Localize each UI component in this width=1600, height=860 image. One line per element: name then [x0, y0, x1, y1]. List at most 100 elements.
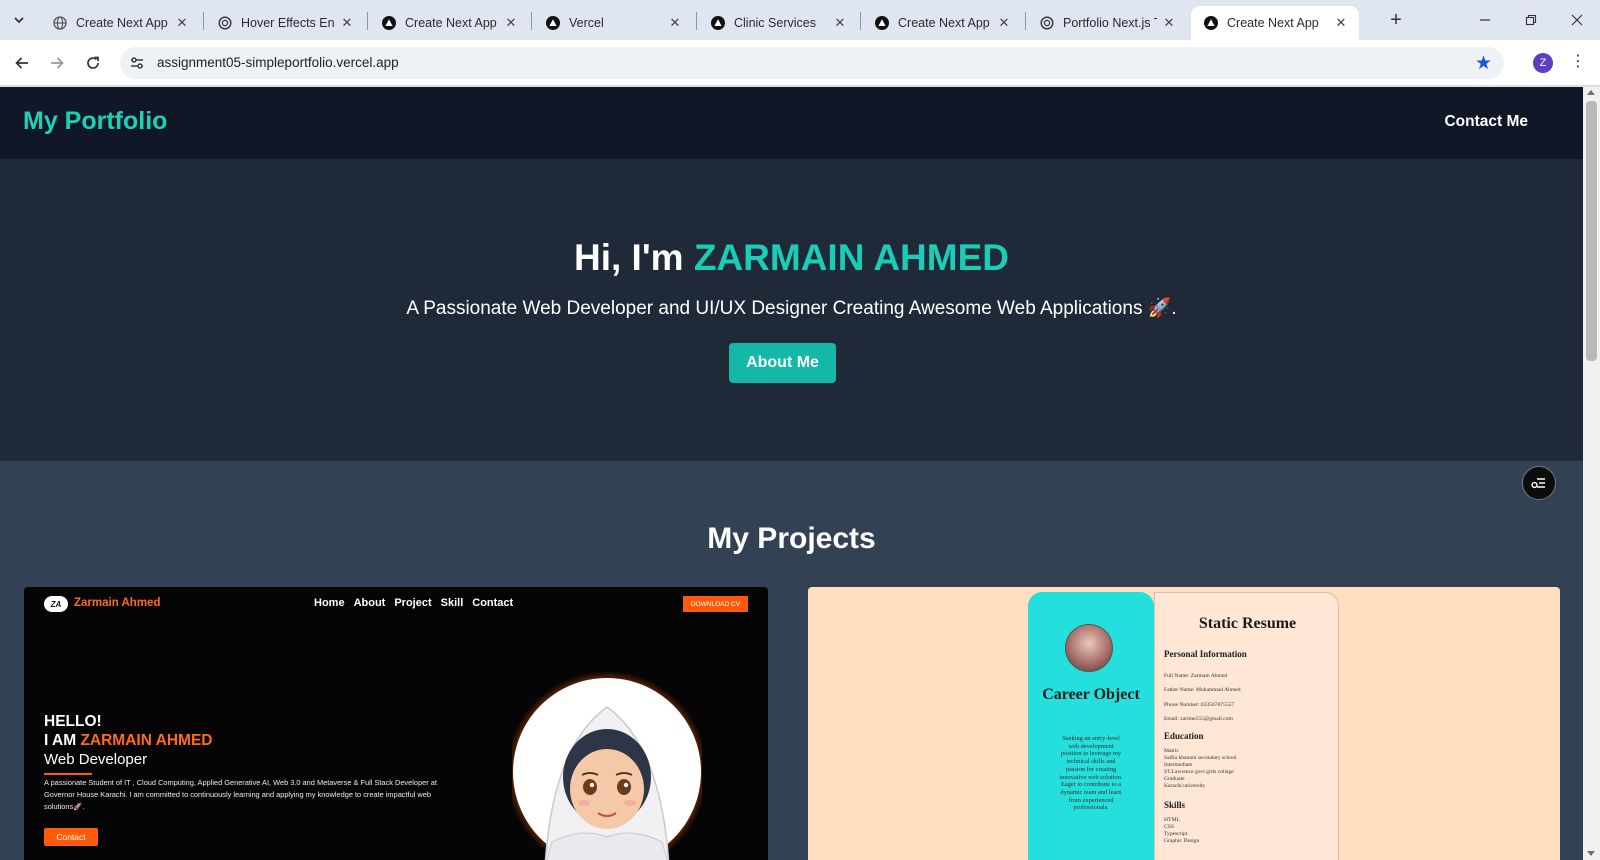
resume-education-line: ST.Lawrence govt girls collage [1164, 769, 1234, 775]
reload-icon [87, 56, 99, 69]
project-name: ZARMAIN AHMED [80, 732, 213, 749]
tab-title: Hover Effects Enha [241, 16, 335, 30]
close-icon[interactable]: ✕ [996, 15, 1012, 31]
project-iam: I AM [44, 732, 81, 749]
openai-icon [217, 16, 232, 31]
browser-tab-active[interactable]: Create Next App ✕ [1191, 6, 1359, 40]
resume-personal-line: Father Name: Muhammad Ahmed [1164, 687, 1241, 693]
browser-tab[interactable]: Clinic Services ✕ [698, 6, 858, 40]
minimize-icon [1480, 19, 1490, 21]
resume-skill-line: Graphic Design [1164, 838, 1200, 844]
close-icon[interactable]: ✕ [667, 15, 683, 31]
tab-title: Clinic Services [734, 16, 816, 30]
resume-skill-line: CSS [1164, 824, 1174, 830]
tab-search-button[interactable] [6, 8, 32, 32]
project-nav-item: Contact [472, 597, 514, 609]
resume-career-title: Career Object [1042, 686, 1140, 703]
hero-tagline: A Passionate Web Developer and UI/UX Des… [406, 298, 1177, 319]
resume-personal-heading: Personal Information [1164, 649, 1247, 659]
resume-photo [1065, 624, 1113, 672]
tab-title: Create Next App [76, 16, 168, 30]
close-icon [1571, 14, 1583, 26]
site-brand[interactable]: My Portfolio [23, 107, 167, 136]
nav-contact-link[interactable]: Contact Me [1444, 113, 1528, 131]
browser-tab[interactable]: Vercel ✕ [533, 6, 693, 40]
avatar-illustration [512, 671, 702, 860]
arrow-right-icon [51, 57, 64, 69]
tab-divider [367, 12, 368, 30]
project-nav: Home About Project Skill Contact [314, 597, 513, 609]
globe-icon [52, 16, 67, 31]
close-icon[interactable]: ✕ [174, 15, 190, 31]
browser-tab[interactable]: Hover Effects Enha ✕ [205, 6, 365, 40]
project-underline [44, 773, 92, 775]
back-button[interactable] [11, 52, 33, 74]
reload-button[interactable] [82, 52, 104, 74]
tab-strip: Create Next App ✕ Hover Effects Enha ✕ C… [0, 0, 1600, 40]
hero-greeting: Hi, I'm [574, 237, 694, 278]
page-scrollbar[interactable] [1583, 87, 1600, 860]
close-icon[interactable]: ✕ [832, 15, 848, 31]
project-iam-line: I AM ZARMAIN AHMED [44, 731, 212, 750]
resume-education-line: Matric [1164, 748, 1179, 754]
browser-toolbar: assignment05-simpleportfolio.vercel.app … [0, 40, 1600, 86]
resume-education-line: Karachi university [1164, 783, 1206, 789]
project-nav-item: About [353, 597, 386, 609]
hero-name: ZARMAIN AHMED [693, 237, 1009, 278]
project-download-cv: DOWNLOAD CV [683, 596, 748, 612]
about-me-button[interactable]: About Me [729, 343, 836, 383]
bookmark-star-icon[interactable]: ★ [1475, 52, 1492, 75]
resume-skill-line: Typescript [1164, 831, 1188, 837]
url-text[interactable]: assignment05-simpleportfolio.vercel.app [157, 55, 399, 70]
openai-icon [1039, 16, 1054, 31]
scroll-down-arrow-icon[interactable] [1587, 851, 1595, 856]
projects-heading: My Projects [707, 522, 876, 555]
tab-title: Create Next App [1227, 16, 1319, 30]
browser-tab[interactable]: Create Next App ✕ [369, 6, 529, 40]
site-header: My Portfolio Contact Me [0, 87, 1583, 159]
browser-tab[interactable]: Create Next App ✕ [40, 6, 200, 40]
tab-title: Vercel [569, 16, 604, 30]
project-description: A passionate Student of IT , Cloud Compu… [44, 778, 437, 811]
profile-avatar[interactable]: Z [1533, 53, 1553, 73]
resume-main: Static Resume Personal Information Full … [1154, 592, 1339, 860]
tab-title: Create Next App [405, 16, 497, 30]
project-brand: Zarmain Ahmed [74, 597, 161, 609]
resume-title: Static Resume [1198, 615, 1297, 632]
project-logo: ZA [44, 596, 68, 612]
close-icon[interactable]: ✕ [339, 15, 355, 31]
close-icon[interactable]: ✕ [1333, 15, 1349, 31]
scroll-up-arrow-icon[interactable] [1587, 90, 1595, 95]
project-nav-item: Skill [440, 597, 464, 609]
vercel-icon [874, 16, 889, 31]
project-card-resume[interactable]: Career Object Seeking an entry-level web… [808, 587, 1560, 860]
floating-menu-button[interactable] [1522, 466, 1556, 500]
resume-skill-line: HTML [1164, 817, 1180, 823]
project-contact-button: Contact [44, 828, 98, 846]
resume-skills-heading: Skills [1164, 800, 1186, 810]
minimize-button[interactable] [1470, 8, 1500, 32]
restore-button[interactable] [1516, 8, 1546, 32]
chevron-down-icon [14, 17, 24, 24]
browser-tab[interactable]: Portfolio Next.js Te ✕ [1027, 6, 1187, 40]
resume-education-line: Graduate [1164, 776, 1185, 782]
scrollbar-thumb[interactable] [1586, 101, 1597, 361]
filter-menu-icon [1531, 478, 1545, 489]
project-hello: HELLO! [44, 713, 102, 730]
tab-divider [696, 12, 697, 30]
close-icon[interactable]: ✕ [503, 15, 519, 31]
close-icon[interactable]: ✕ [1161, 15, 1177, 31]
address-bar[interactable]: assignment05-simpleportfolio.vercel.app … [120, 47, 1504, 79]
tab-title: Portfolio Next.js Te [1063, 16, 1157, 30]
window-close-button[interactable] [1562, 8, 1592, 32]
site-settings-icon[interactable] [128, 54, 146, 72]
arrow-left-icon [15, 57, 28, 69]
project-nav-item: Project [394, 597, 432, 609]
forward-button[interactable] [46, 52, 68, 74]
project-card-portfolio[interactable]: ZA Zarmain Ahmed Home About Project Skil… [24, 587, 768, 860]
resume-personal-line: Email: zarime555@gmail.com [1164, 716, 1233, 722]
new-tab-button[interactable]: + [1384, 9, 1408, 31]
menu-kebab-icon[interactable]: ⋮ [1570, 52, 1586, 72]
tab-divider [1025, 12, 1026, 30]
browser-tab[interactable]: Create Next App ✕ [862, 6, 1022, 40]
